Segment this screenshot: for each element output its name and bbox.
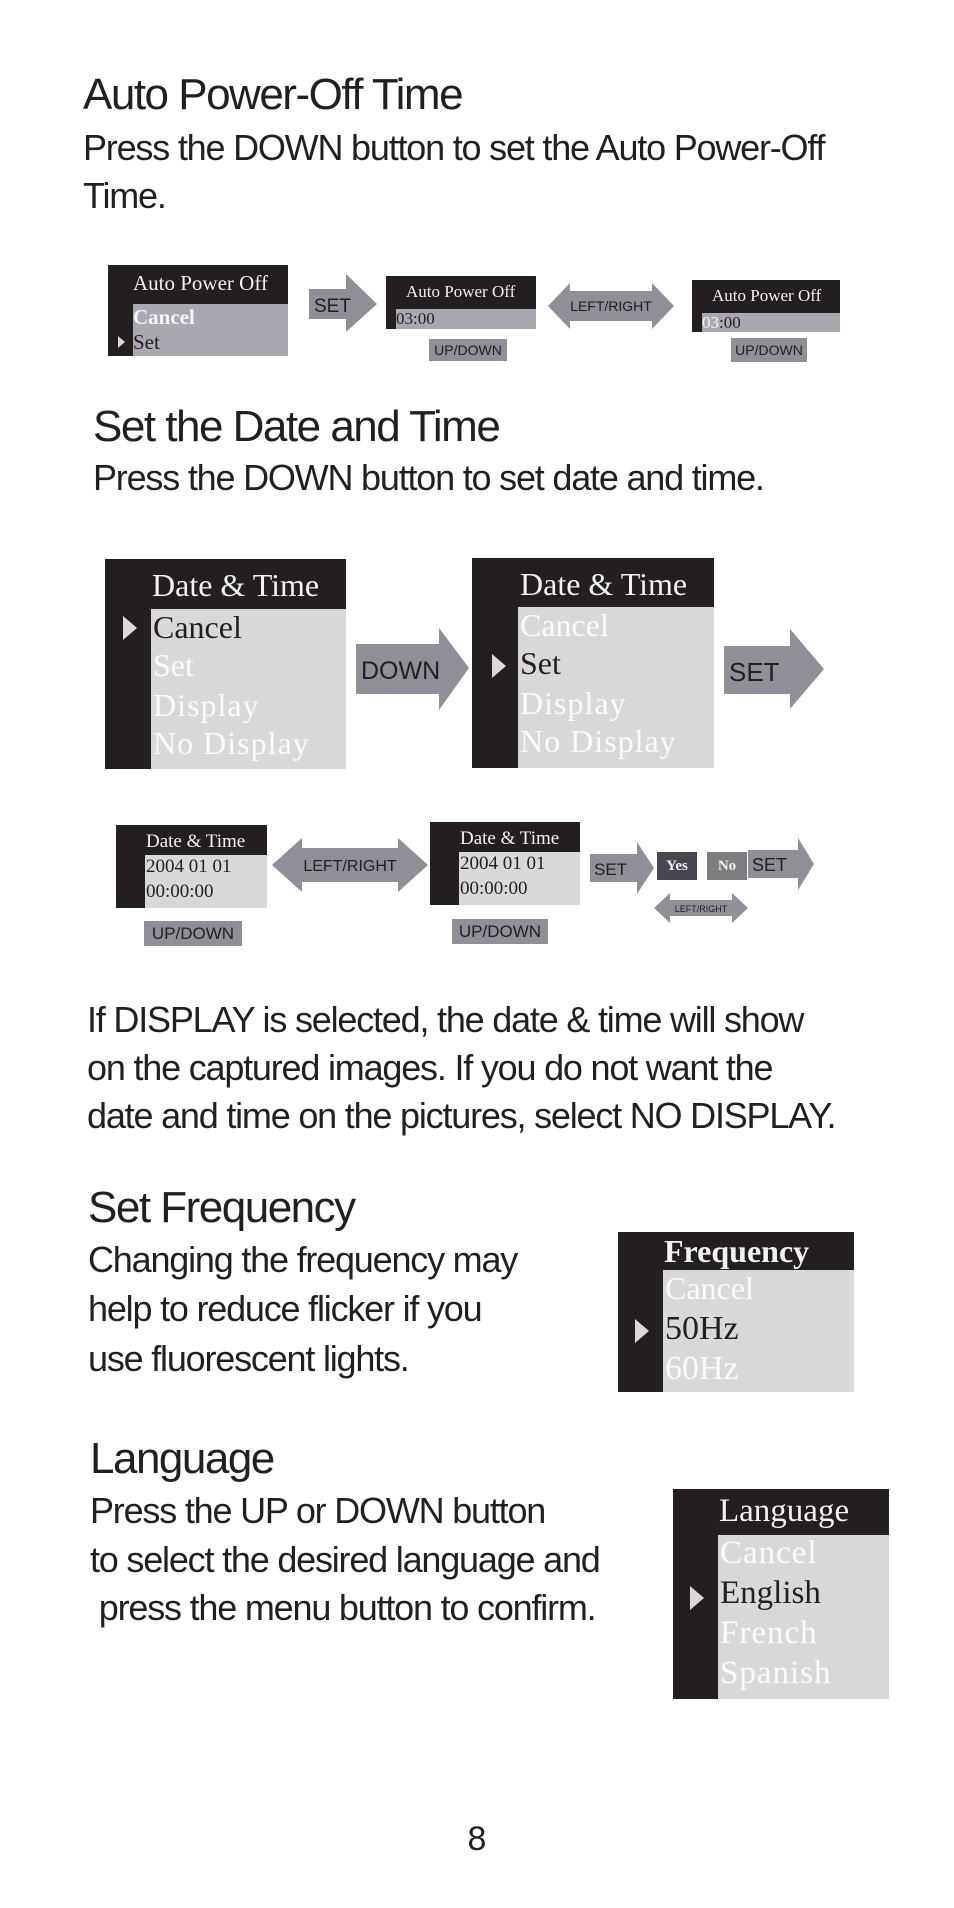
menu-title: Auto Power Off (133, 271, 268, 295)
menu-item-set: Set (133, 330, 160, 354)
time-value: 00:00:00 (146, 881, 214, 902)
heading-date-time: Set the Date and Time (93, 402, 501, 451)
menu-title: Date & Time (460, 828, 560, 849)
time-value-text: 03:00 (396, 309, 435, 328)
selection-arrow-icon (118, 336, 125, 348)
menu-title: Auto Power Off (712, 286, 822, 305)
menu-item-spanish: Spanish (720, 1655, 832, 1691)
leftright-arrow-icon: LEFT/RIGHT (272, 838, 428, 892)
date-value: 2004 01 01 (460, 853, 546, 874)
display-note-line-2: on the captured images. If you do not wa… (87, 1047, 773, 1088)
leftright-arrow-label: LEFT/RIGHT (675, 904, 728, 914)
down-arrow-icon: DOWN (356, 628, 469, 710)
set-arrow-icon-2: SET (748, 838, 814, 890)
menu-title: Frequency (664, 1233, 810, 1269)
set-arrow-icon: SET (724, 629, 824, 709)
language-menu: Language Cancel English French Spanish (673, 1489, 889, 1699)
menu-body: Cancel 50Hz 60Hz (663, 1270, 854, 1392)
frequency-text-line-3: use fluorescent lights. (88, 1338, 410, 1379)
set-arrow-label: SET (752, 855, 787, 875)
selection-arrow-icon (123, 616, 137, 640)
menu-title: Language (719, 1493, 850, 1529)
display-note-line-3: date and time on the pictures, select NO… (87, 1095, 837, 1136)
menu-body: Cancel Set Display No Display (151, 609, 346, 769)
date-time-text: Press the DOWN button to set date and ti… (93, 457, 765, 498)
frequency-menu: Frequency Cancel 50Hz 60Hz (618, 1232, 854, 1392)
menu-item-60hz: 60Hz (665, 1350, 739, 1387)
menu-item-no-display: No Display (153, 725, 310, 761)
language-text-line-1: Press the UP or DOWN button (90, 1490, 546, 1531)
menu-item-cancel: Cancel (520, 607, 609, 643)
leftright-small-arrow-icon: LEFT/RIGHT (654, 893, 748, 923)
date-value: 2004 01 01 (146, 856, 232, 877)
leftright-arrow-label: LEFT/RIGHT (570, 298, 652, 314)
heading-auto-power-off: Auto Power-Off Time (83, 70, 464, 119)
heading-frequency: Set Frequency (88, 1183, 356, 1232)
yes-option: Yes (657, 852, 697, 880)
updown-label-2: UP/DOWN (731, 338, 807, 362)
menu-item-cancel: Cancel (665, 1270, 754, 1306)
menu-body: 2004 01 01 00:00:00 (459, 852, 580, 905)
frequency-text-line-1: Changing the frequency may (88, 1239, 518, 1280)
menu-item-display: Display (153, 687, 260, 723)
no-option: No (707, 852, 747, 880)
auto-power-off-edit-minutes: Auto Power Off 03:00 (386, 276, 536, 329)
updown-label-1: UP/DOWN (429, 339, 507, 361)
auto-power-off-text-line-2: Time. (83, 175, 167, 216)
leftright-arrow-icon: LEFT/RIGHT (548, 283, 674, 329)
date-time-edit-1: Date & Time 2004 01 01 00:00:00 (116, 825, 267, 908)
menu-item-no-display: No Display (520, 723, 677, 759)
set-arrow-label: SET (729, 657, 780, 687)
menu-item-set: Set (153, 647, 194, 683)
date-time-menu-cancel-selected: Date & Time Cancel Set Display No Displa… (105, 559, 346, 769)
hours-value: 03 (702, 313, 719, 332)
frequency-text-line-2: help to reduce flicker if you (88, 1288, 483, 1329)
date-time-edit-2: Date & Time 2004 01 01 00:00:00 (430, 822, 580, 905)
updown-label-2: UP/DOWN (452, 919, 548, 944)
menu-item-50hz: 50Hz (665, 1310, 739, 1347)
menu-title: Auto Power Off (406, 282, 516, 301)
time-value: 00:00:00 (460, 878, 528, 899)
updown-label-1: UP/DOWN (144, 921, 242, 946)
down-arrow-label: DOWN (361, 657, 440, 685)
menu-item-french: French (720, 1615, 818, 1651)
set-arrow-icon: SET (309, 274, 377, 332)
menu-item-english: English (720, 1575, 821, 1611)
date-time-menu-set-selected: Date & Time Cancel Set Display No Displa… (472, 558, 714, 768)
menu-body: 2004 01 01 00:00:00 (145, 855, 267, 908)
menu-title: Date & Time (520, 566, 688, 602)
menu-body: Cancel Set (133, 304, 288, 356)
menu-item-cancel: Cancel (153, 609, 242, 645)
language-text-line-3: press the menu button to confirm. (90, 1587, 597, 1628)
leftright-arrow-label: LEFT/RIGHT (303, 858, 397, 875)
auto-power-off-menu: Auto Power Off Cancel Set (108, 265, 288, 356)
set-arrow-label: SET (594, 860, 627, 879)
minutes-value: :00 (719, 313, 741, 332)
menu-body: Cancel English French Spanish (718, 1535, 889, 1699)
menu-title: Date & Time (146, 831, 246, 852)
auto-power-off-text-line-1: Press the DOWN button to set the Auto Po… (83, 127, 825, 168)
selection-arrow-icon (690, 1586, 704, 1610)
selection-arrow-icon (492, 654, 506, 678)
time-value: 03:00 (396, 309, 435, 329)
auto-power-off-edit-hours: Auto Power Off 03:00 (692, 280, 840, 332)
menu-body: Cancel Set Display No Display (518, 607, 714, 768)
menu-item-cancel: Cancel (720, 1535, 818, 1571)
time-value: 03:00 (702, 313, 741, 333)
menu-title: Date & Time (152, 567, 320, 603)
set-arrow-icon: SET (590, 842, 654, 894)
menu-item-cancel: Cancel (133, 305, 195, 329)
display-note-line-1: If DISPLAY is selected, the date & time … (87, 999, 804, 1040)
menu-item-display: Display (520, 685, 627, 721)
menu-body: 03:00 (702, 313, 840, 332)
heading-language: Language (90, 1434, 275, 1483)
set-arrow-label: SET (314, 296, 351, 317)
menu-item-set: Set (520, 645, 561, 681)
language-text-line-2: to select the desired language and (90, 1539, 601, 1580)
page-number: 8 (467, 1820, 487, 1858)
selection-arrow-icon (635, 1319, 649, 1343)
menu-body: 03:00 (396, 309, 536, 329)
